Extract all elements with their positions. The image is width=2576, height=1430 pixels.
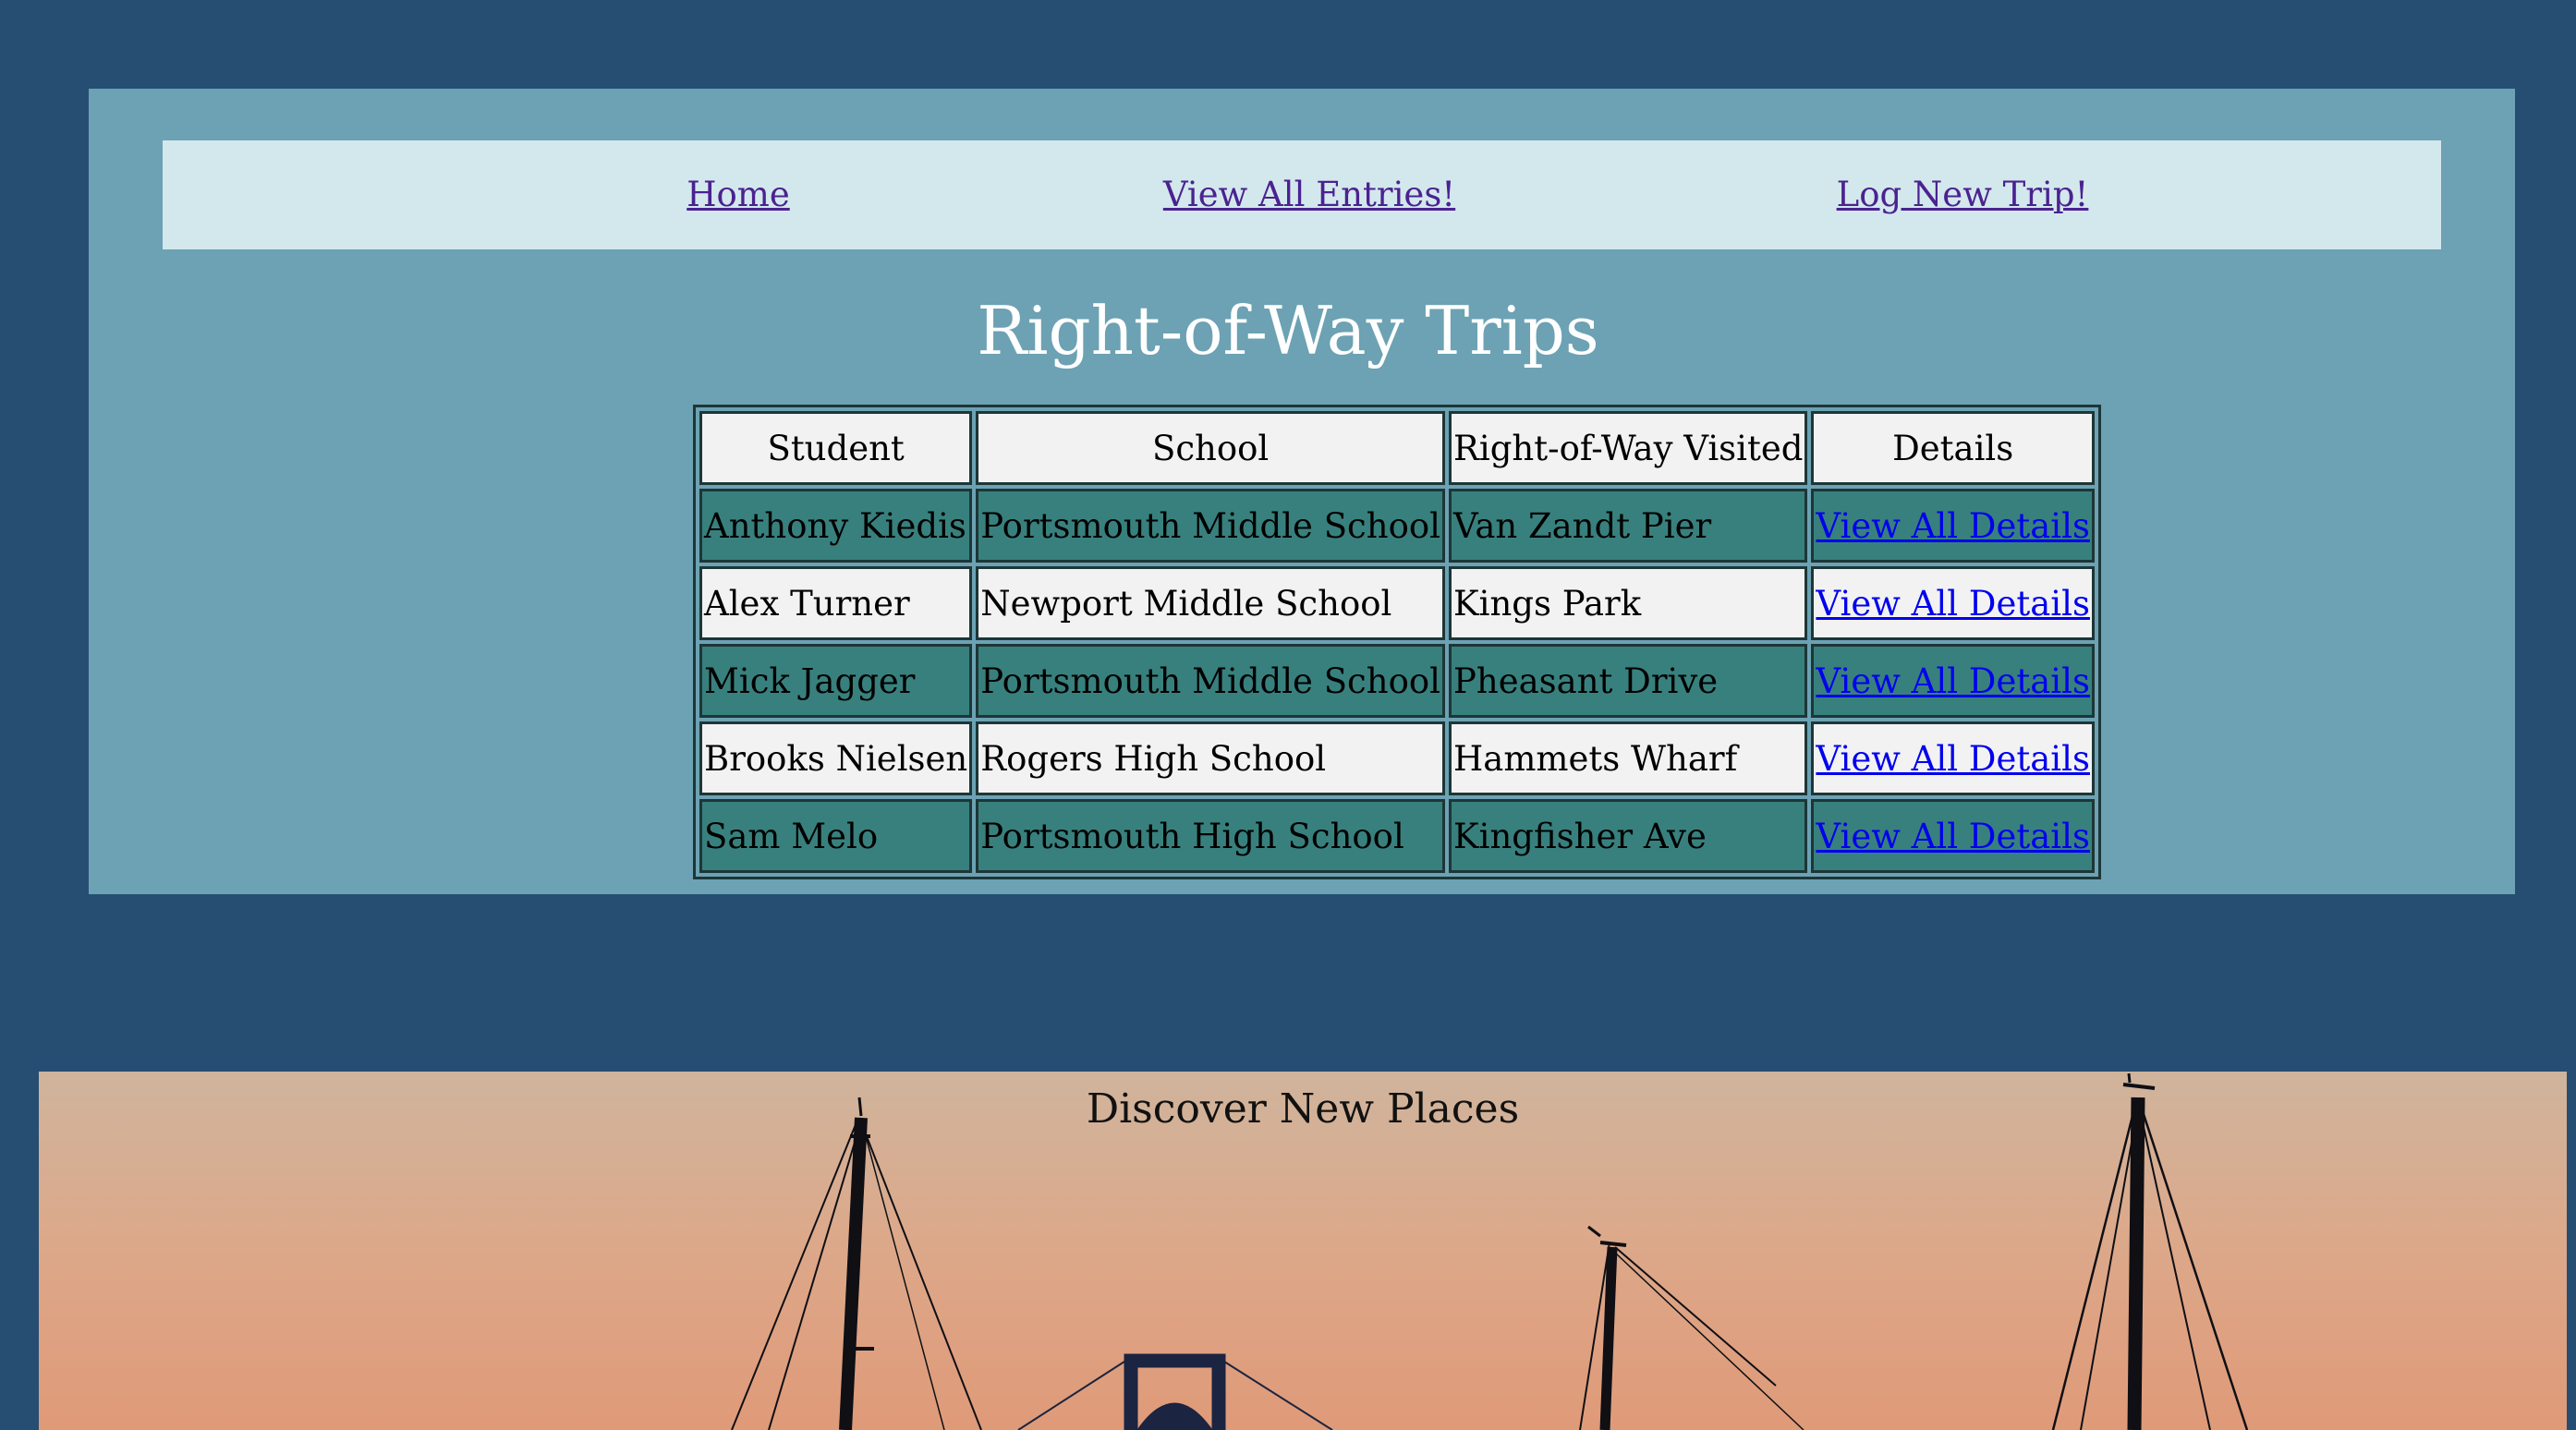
hero-banner: Discover New Places — [39, 1072, 2567, 1430]
top-navbar: Home View All Entries! Log New Trip! — [163, 140, 2441, 249]
school-cell: Portsmouth High School — [976, 799, 1445, 873]
table-row: Anthony Kiedis Portsmouth Middle School … — [699, 489, 2095, 563]
school-cell: Portsmouth Middle School — [976, 644, 1445, 718]
trips-table: Student School Right-of-Way Visited Deta… — [693, 405, 2101, 879]
student-cell: Alex Turner — [699, 566, 973, 640]
right-of-way-cell: Van Zandt Pier — [1449, 489, 1808, 563]
view-all-details-link[interactable]: View All Details — [1816, 506, 2090, 546]
page-title: Right-of-Way Trips — [977, 292, 1599, 370]
details-cell: View All Details — [1811, 721, 2095, 795]
hero-title: Discover New Places — [1086, 1085, 1520, 1133]
student-cell: Mick Jagger — [699, 644, 973, 718]
school-cell: Rogers High School — [976, 721, 1445, 795]
details-cell: View All Details — [1811, 489, 2095, 563]
table-row: Mick Jagger Portsmouth Middle School Phe… — [699, 644, 2095, 718]
nav-log-new-trip-link[interactable]: Log New Trip! — [1837, 140, 2089, 249]
view-all-details-link[interactable]: View All Details — [1816, 661, 2090, 701]
right-of-way-cell: Kings Park — [1449, 566, 1808, 640]
view-all-details-link[interactable]: View All Details — [1816, 817, 2090, 856]
table-header-row: Student School Right-of-Way Visited Deta… — [699, 411, 2095, 485]
details-cell: View All Details — [1811, 799, 2095, 873]
table-row: Sam Melo Portsmouth High School Kingfish… — [699, 799, 2095, 873]
school-cell: Newport Middle School — [976, 566, 1445, 640]
right-of-way-cell: Pheasant Drive — [1449, 644, 1808, 718]
nav-view-all-entries-link[interactable]: View All Entries! — [1163, 140, 1455, 249]
student-cell: Sam Melo — [699, 799, 973, 873]
view-all-details-link[interactable]: View All Details — [1816, 739, 2090, 779]
school-cell: Portsmouth Middle School — [976, 489, 1445, 563]
right-of-way-cell: Kingfisher Ave — [1449, 799, 1808, 873]
table-row: Alex Turner Newport Middle School Kings … — [699, 566, 2095, 640]
details-cell: View All Details — [1811, 566, 2095, 640]
header-student: Student — [699, 411, 973, 485]
header-details: Details — [1811, 411, 2095, 485]
view-all-details-link[interactable]: View All Details — [1816, 584, 2090, 624]
student-cell: Anthony Kiedis — [699, 489, 973, 563]
student-cell: Brooks Nielsen — [699, 721, 973, 795]
header-right-of-way: Right-of-Way Visited — [1449, 411, 1808, 485]
nav-home-link[interactable]: Home — [687, 140, 790, 249]
details-cell: View All Details — [1811, 644, 2095, 718]
right-of-way-cell: Hammets Wharf — [1449, 721, 1808, 795]
table-row: Brooks Nielsen Rogers High School Hammet… — [699, 721, 2095, 795]
header-school: School — [976, 411, 1445, 485]
